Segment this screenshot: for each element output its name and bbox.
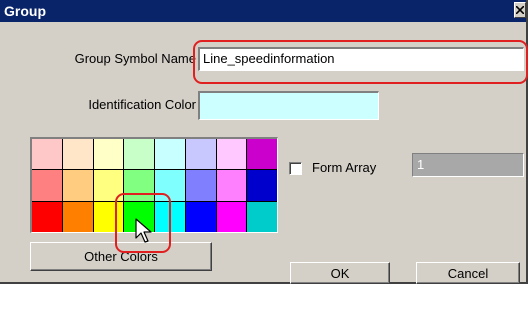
other-colors-button[interactable]: Other Colors — [30, 242, 212, 271]
title-bar[interactable]: Group — [0, 0, 526, 22]
symbol-name-input[interactable]: Line_speedinformation — [198, 47, 524, 71]
palette-color-cell[interactable] — [185, 139, 216, 170]
palette-color-cell[interactable] — [93, 139, 124, 170]
form-array-label: Form Array — [312, 160, 377, 175]
color-palette — [30, 137, 278, 233]
palette-color-cell[interactable] — [155, 139, 185, 170]
group-dialog: Group Group Symbol Name Line_speedinform… — [0, 0, 528, 284]
identification-color-label: Identification Color — [88, 97, 196, 112]
palette-color-cell[interactable] — [93, 170, 124, 201]
cancel-button[interactable]: Cancel — [416, 262, 520, 284]
form-array-count-field: 1 — [412, 153, 524, 177]
palette-color-cell[interactable] — [185, 170, 216, 201]
palette-color-cell[interactable] — [32, 139, 62, 170]
palette-color-cell[interactable] — [62, 201, 93, 232]
mouse-pointer-icon — [135, 218, 152, 243]
palette-color-cell[interactable] — [32, 170, 62, 201]
palette-color-cell[interactable] — [155, 201, 185, 232]
close-button[interactable] — [514, 2, 526, 18]
palette-color-cell[interactable] — [124, 139, 154, 170]
ok-button[interactable]: OK — [290, 262, 390, 284]
palette-color-cell[interactable] — [216, 139, 247, 170]
palette-color-cell[interactable] — [62, 139, 93, 170]
palette-color-cell[interactable] — [247, 170, 277, 201]
symbol-name-label: Group Symbol Name — [74, 51, 196, 66]
palette-color-cell[interactable] — [216, 201, 247, 232]
palette-color-cell[interactable] — [216, 170, 247, 201]
dialog-title: Group — [4, 3, 46, 19]
palette-color-cell[interactable] — [155, 170, 185, 201]
palette-color-cell[interactable] — [185, 201, 216, 232]
palette-color-cell[interactable] — [247, 139, 277, 170]
palette-color-cell[interactable] — [32, 201, 62, 232]
palette-color-cell[interactable] — [93, 201, 124, 232]
identification-color-swatch[interactable] — [198, 91, 379, 120]
palette-color-cell[interactable] — [124, 170, 154, 201]
close-icon — [516, 6, 524, 14]
palette-color-cell[interactable] — [62, 170, 93, 201]
palette-color-cell[interactable] — [247, 201, 277, 232]
form-array-checkbox[interactable] — [289, 162, 302, 175]
